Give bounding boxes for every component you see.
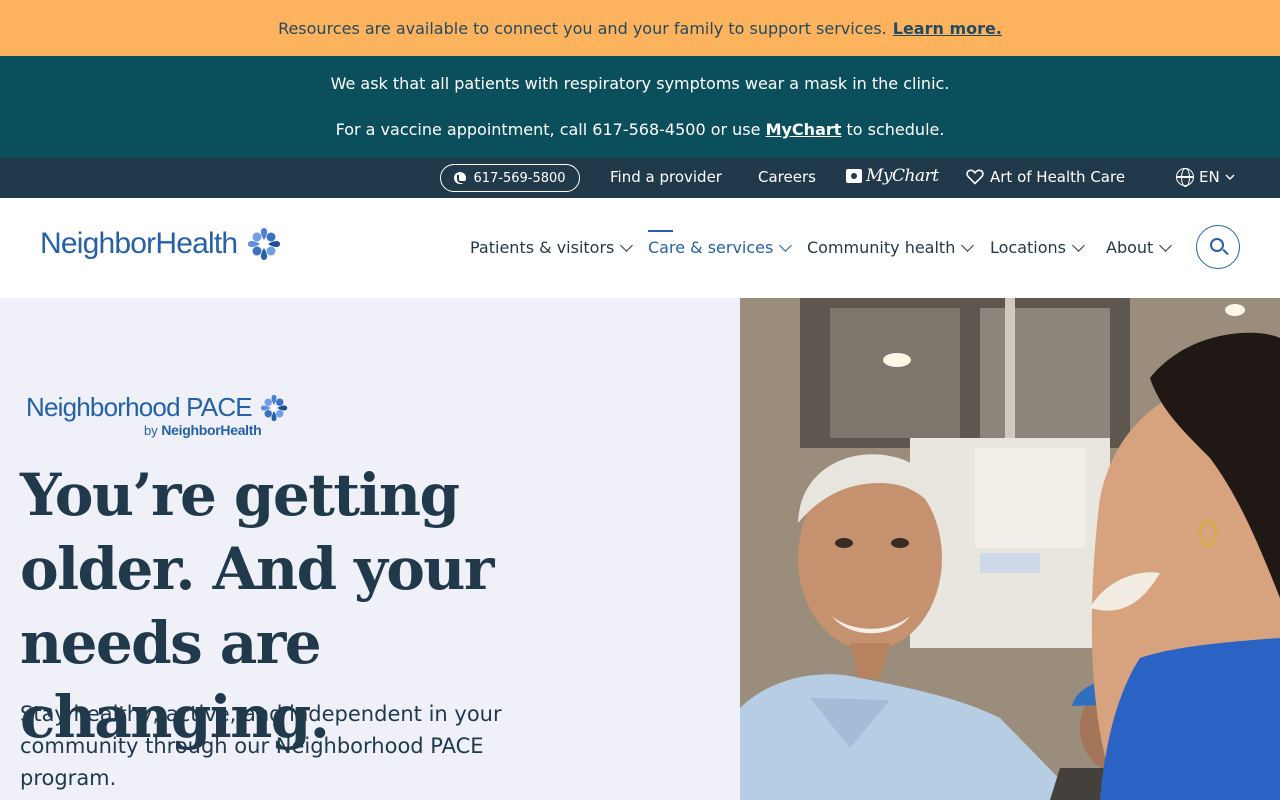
- pace-logo-title-row: Neighborhood PACE: [26, 392, 288, 423]
- chevron-down-icon: [961, 238, 975, 252]
- nav-locations-label: Locations: [990, 238, 1067, 257]
- pace-logo-org: NeighborHealth: [161, 422, 262, 438]
- alert-mask-message: We ask that all patients with respirator…: [330, 74, 950, 93]
- nav-care-services[interactable]: Care & services: [648, 238, 793, 257]
- careers-link[interactable]: Careers: [758, 168, 816, 186]
- find-provider-link[interactable]: Find a provider: [610, 168, 722, 186]
- search-icon-handle: [1222, 248, 1229, 256]
- heart-icon: [966, 169, 984, 185]
- globe-icon: [1176, 168, 1194, 187]
- chevron-down-icon: [620, 238, 634, 252]
- art-of-health-care-label: Art of Health Care: [990, 168, 1126, 186]
- language-selector[interactable]: EN: [1176, 168, 1235, 187]
- chevron-down-icon: [1225, 174, 1235, 180]
- alert-mychart-link[interactable]: MyChart: [766, 120, 842, 139]
- alert-banner: We ask that all patients with respirator…: [0, 56, 1280, 158]
- chevron-down-icon: [1072, 238, 1085, 252]
- language-label: EN: [1199, 168, 1220, 186]
- alert-vaccine-text-end: to schedule.: [846, 120, 945, 139]
- phone-icon: [454, 172, 467, 184]
- nav-community-health-label: Community health: [807, 238, 956, 257]
- hero-description: Stay healthy, active, and independent in…: [20, 702, 502, 790]
- main-navigation: NeighborHealth Patients & visitors Care …: [0, 198, 1280, 298]
- pace-logo-byline: by NeighborHealth: [144, 422, 262, 438]
- alert-vaccine-text: For a vaccine appointment, call 617-568-…: [335, 120, 761, 139]
- alert-vaccine-message: For a vaccine appointment, call 617-568-…: [0, 120, 1280, 139]
- phone-number: 617-569-5800: [473, 170, 566, 186]
- chevron-down-icon: [1159, 238, 1173, 252]
- mychart-icon: [846, 169, 862, 183]
- chevron-down-icon: [779, 238, 793, 252]
- hero-photo-illustration: [740, 298, 1280, 800]
- neighborhealth-logo[interactable]: NeighborHealth: [40, 227, 281, 261]
- nav-locations[interactable]: Locations: [990, 238, 1085, 257]
- nav-care-services-label: Care & services: [648, 238, 774, 257]
- phone-button[interactable]: 617-569-5800: [440, 164, 580, 192]
- active-nav-indicator: [648, 230, 673, 232]
- neighborhood-pace-logo: Neighborhood PACE by NeighborHealth: [26, 392, 288, 438]
- promo-banner: Resources are available to connect you a…: [0, 0, 1280, 56]
- hero-photo: [740, 298, 1280, 800]
- nav-about[interactable]: About: [1106, 238, 1173, 257]
- pace-logo-by: by: [144, 423, 158, 438]
- pace-logo-title: Neighborhood PACE: [26, 392, 253, 422]
- mychart-link[interactable]: MyChart: [846, 166, 939, 186]
- pace-cross-icon: [260, 394, 288, 421]
- neighborhealth-cross-icon: [248, 228, 281, 260]
- promo-learn-more-link[interactable]: Learn more.: [893, 19, 1002, 38]
- utility-bar: 617-569-5800 Find a provider Careers MyC…: [0, 158, 1280, 198]
- nav-patients-visitors-label: Patients & visitors: [470, 238, 615, 257]
- promo-text: Resources are available to connect you a…: [278, 18, 887, 38]
- search-button[interactable]: [1196, 225, 1240, 269]
- nav-about-label: About: [1106, 238, 1154, 257]
- art-of-health-care-link[interactable]: Art of Health Care: [966, 168, 1125, 186]
- nav-patients-visitors[interactable]: Patients & visitors: [470, 238, 634, 257]
- mychart-label: MyChart: [866, 166, 939, 186]
- logo-wordmark: NeighborHealth: [40, 227, 238, 260]
- nav-community-health[interactable]: Community health: [807, 238, 975, 257]
